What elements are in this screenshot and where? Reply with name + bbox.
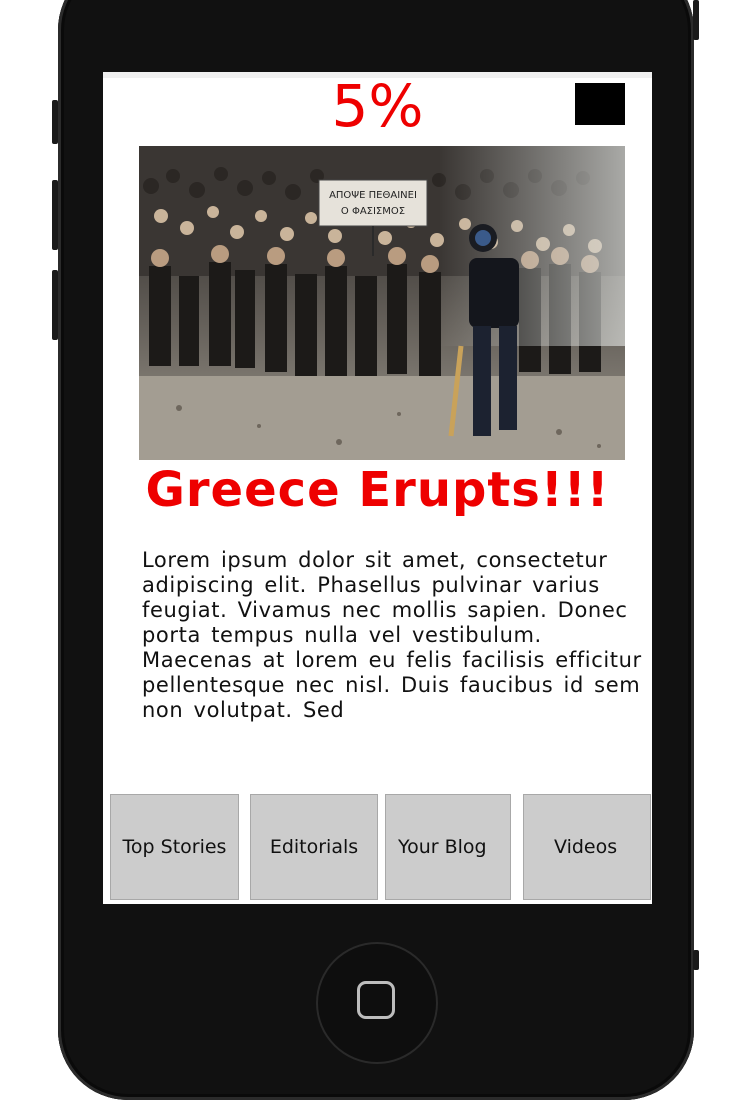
volume-up-button — [52, 180, 58, 250]
tab-label: Editorials — [269, 836, 359, 858]
article-headline: Greece Erupts!!! — [145, 462, 610, 518]
protest-sign — [318, 179, 428, 227]
power-button — [693, 0, 699, 40]
tab-videos[interactable]: Videos — [523, 794, 651, 900]
protest-crowd-image: ΑΠΟΨΕ ΠΕΘΑΙΝΕΙ Ο ΦΑΣΙΣΜΟΣ — [139, 146, 625, 460]
article-photo: ΑΠΟΨΕ ΠΕΘΑΙΝΕΙ Ο ΦΑΣΙΣΜΟΣ — [139, 146, 625, 460]
tab-label: Videos — [554, 836, 618, 858]
article-body: Lorem ipsum dolor sit amet, consectetur … — [142, 548, 642, 722]
mute-switch — [52, 100, 58, 144]
tab-editorials[interactable]: Editorials — [250, 794, 378, 900]
menu-button[interactable] — [575, 83, 625, 125]
tab-your-blog[interactable]: Your Blog — [385, 794, 511, 900]
protest-sign-line1: ΑΠΟΨΕ ΠΕΘΑΙΝΕΙ — [329, 190, 417, 201]
volume-down-button — [52, 270, 58, 340]
side-detail — [693, 950, 699, 970]
phone-screen: 5% ΑΠΟΨΕ ΠΕΘΑΙΝΕΙ Ο ΦΑΣΙΣΜΟΣ Greece Erup… — [103, 72, 652, 904]
tab-label: Top Stories — [122, 836, 227, 858]
protest-sign-line2: Ο ΦΑΣΙΣΜΟΣ — [341, 206, 405, 217]
progress-percent: 5% — [331, 72, 424, 140]
tab-label: Your Blog — [398, 836, 487, 858]
tab-top-stories[interactable]: Top Stories — [110, 794, 239, 900]
home-square-icon — [357, 981, 395, 1019]
